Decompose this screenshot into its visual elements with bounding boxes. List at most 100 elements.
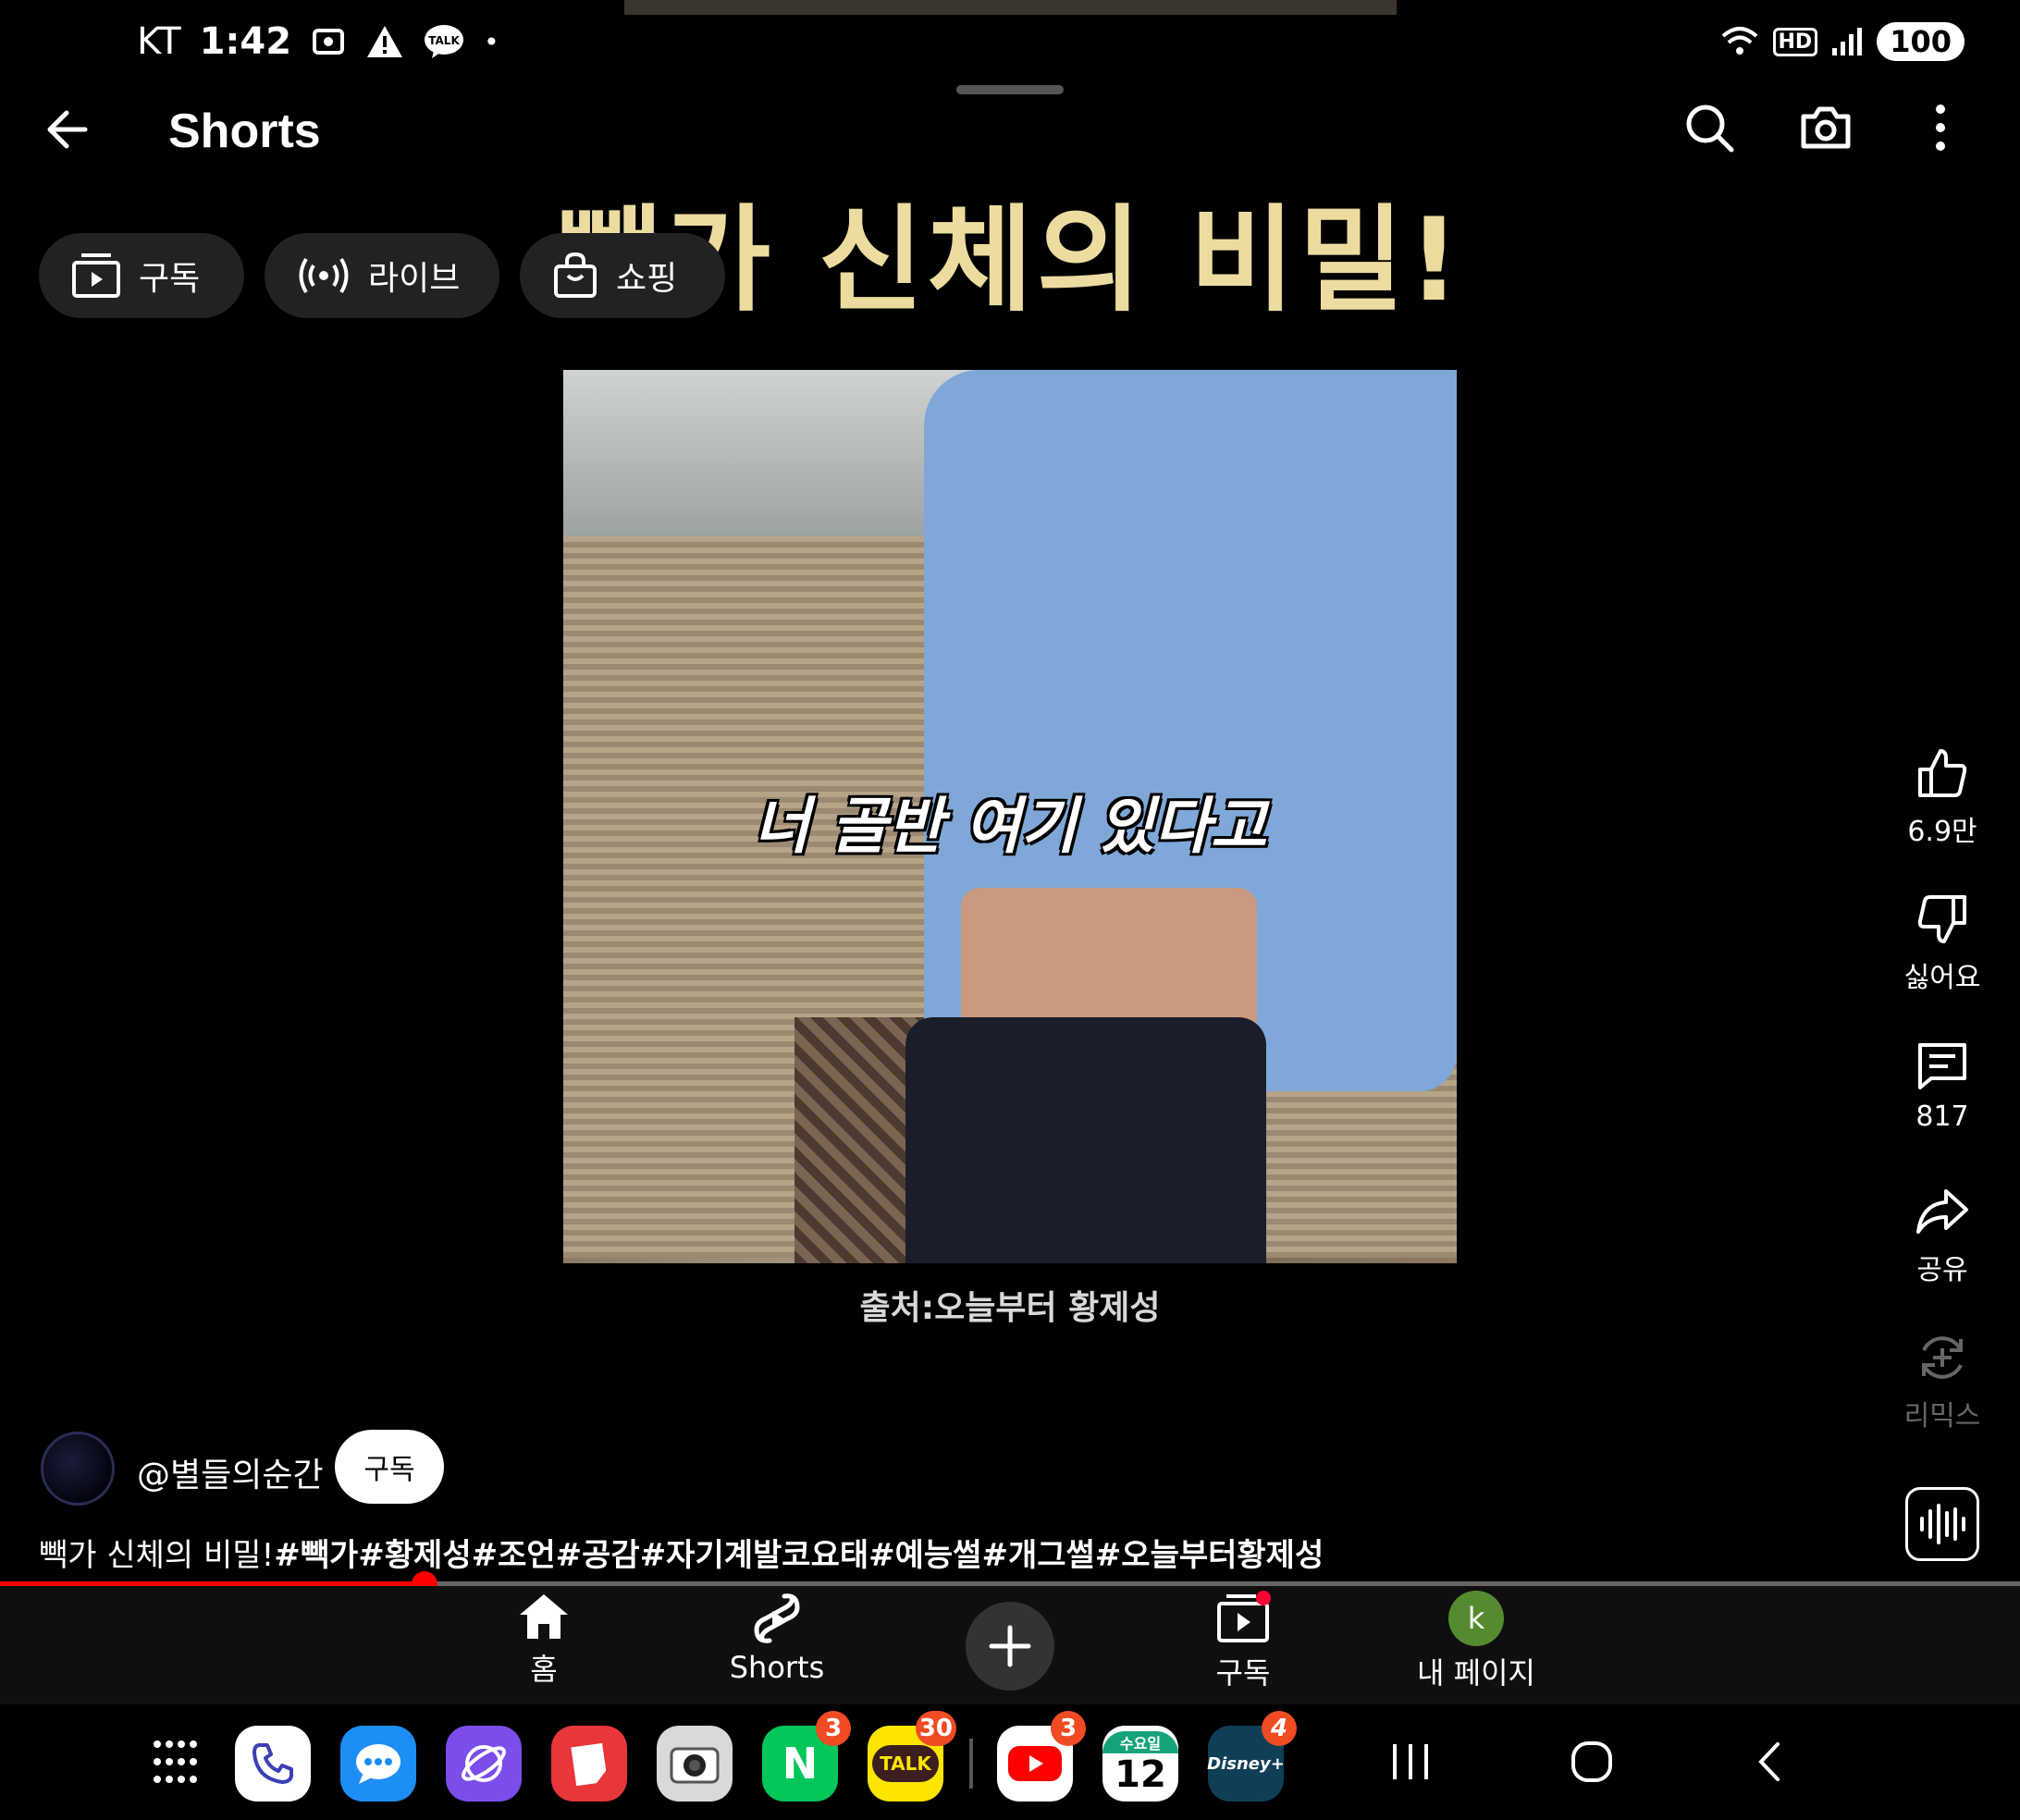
screenshot-icon: [313, 29, 345, 55]
dislike-button[interactable]: 싫어요: [1887, 892, 1998, 995]
home-system-button[interactable]: [1569, 1739, 1615, 1789]
recent-apps-icon: [1393, 1744, 1428, 1779]
nav-shorts[interactable]: Shorts: [684, 1591, 869, 1685]
app-youtube[interactable]: 3: [997, 1711, 1086, 1802]
kakaotalk-notification-icon: TALK: [425, 25, 464, 58]
search-icon: [1686, 105, 1734, 153]
nav-shorts-label: Shorts: [729, 1650, 825, 1685]
chip-subscriptions[interactable]: 구독: [39, 233, 244, 318]
shopping-bag-icon: [554, 252, 597, 298]
app-kakaotalk[interactable]: TALK 30: [868, 1711, 956, 1802]
notification-badge: 30: [915, 1711, 956, 1746]
camera-button[interactable]: [1798, 102, 1854, 157]
nav-subscriptions-label: 구독: [1215, 1655, 1271, 1691]
status-bar-right: HD 100: [1719, 22, 1965, 61]
sound-button[interactable]: [1905, 1487, 1979, 1561]
video-player[interactable]: 너 골반 여기 있다고: [563, 370, 1457, 1263]
app-notes[interactable]: [551, 1726, 627, 1802]
share-label: 공유: [1916, 1254, 1968, 1286]
clock: 1:42: [199, 20, 292, 63]
create-button[interactable]: [966, 1602, 1054, 1691]
app-drawer-button[interactable]: [152, 1739, 198, 1789]
drag-handle[interactable]: [956, 85, 1064, 94]
more-vert-icon: [1936, 105, 1945, 151]
remix-label: 리믹스: [1903, 1400, 1981, 1433]
camera-icon: [670, 1747, 720, 1784]
search-button[interactable]: [1683, 102, 1735, 157]
nav-subscriptions[interactable]: 구독: [1151, 1591, 1336, 1692]
video-subtitle: 너 골반 여기 있다고: [753, 791, 1267, 862]
apps-grid-icon: [154, 1740, 197, 1783]
camera-icon: [1801, 106, 1851, 149]
dislike-label: 싫어요: [1903, 962, 1981, 994]
notification-badge: 4: [1262, 1711, 1297, 1746]
recent-apps-button[interactable]: [1387, 1739, 1434, 1789]
youtube-icon: [1008, 1746, 1062, 1781]
chip-shopping[interactable]: 쇼핑: [520, 233, 725, 318]
app-disney-plus[interactable]: Disney+ 4: [1207, 1711, 1297, 1802]
remix-button[interactable]: 리믹스: [1887, 1330, 1998, 1433]
notes-icon: [571, 1742, 607, 1787]
subscriptions-icon: [72, 253, 120, 298]
back-system-button[interactable]: [1748, 1739, 1794, 1789]
wifi-icon: [1721, 27, 1757, 55]
dock-divider: [969, 1739, 973, 1789]
description-hashtags[interactable]: #빽가#황제성#조언#공감#자기계발코요태#예능썰#개그썰#오늘부터황제성: [274, 1537, 1324, 1574]
calendar-weekday: 수요일: [1102, 1731, 1178, 1753]
channel-handle[interactable]: @별들의순간: [137, 1448, 324, 1496]
notification-badge: 3: [1051, 1711, 1086, 1746]
nav-home[interactable]: 홈: [451, 1591, 636, 1689]
thumbs-down-icon: [1917, 895, 1966, 943]
share-icon: [1916, 1189, 1968, 1234]
back-button[interactable]: [43, 104, 94, 159]
more-notifications-dot: •: [484, 26, 499, 57]
status-bar-left: KT 1:42 TALK •: [137, 20, 499, 63]
comments-button[interactable]: 817: [1887, 1038, 1998, 1133]
internet-browser-icon: [462, 1745, 506, 1782]
comment-icon: [1918, 1043, 1966, 1089]
home-circle-icon: [1571, 1741, 1612, 1782]
disney-plus-glyph: Disney+: [1207, 1753, 1285, 1774]
chevron-left-icon: [1758, 1742, 1780, 1781]
warning-icon: [367, 26, 403, 57]
app-calendar[interactable]: 수요일 12: [1102, 1726, 1178, 1802]
app-messages[interactable]: [340, 1726, 416, 1802]
video-source-caption: 출처:오늘부터 황제성: [859, 1289, 1161, 1327]
chip-live[interactable]: 라이브: [265, 233, 499, 318]
back-arrow-icon: [47, 110, 88, 149]
shorts-icon: [754, 1593, 800, 1643]
remix-icon: [1922, 1336, 1963, 1379]
app-camera[interactable]: [657, 1726, 733, 1802]
top-edge-strip: [624, 0, 1397, 15]
subscriptions-icon: [1217, 1591, 1271, 1642]
app-internet[interactable]: [446, 1726, 522, 1802]
plus-icon: [989, 1625, 1031, 1667]
kakaotalk-glyph: TALK: [872, 1745, 939, 1782]
live-icon: [299, 257, 349, 294]
chip-label: 쇼핑: [616, 260, 678, 298]
share-button[interactable]: 공유: [1887, 1184, 1998, 1287]
app-naver[interactable]: N 3: [762, 1711, 851, 1802]
user-avatar: k: [1448, 1591, 1504, 1646]
like-button[interactable]: 6.9만: [1887, 745, 1998, 849]
chip-label: 라이브: [368, 260, 461, 298]
hd-voice-badge: HD: [1772, 27, 1818, 56]
description-text: 빽가 신체의 비밀!: [39, 1537, 275, 1574]
svg-text:TALK: TALK: [428, 34, 460, 47]
nav-home-label: 홈: [530, 1652, 558, 1687]
nav-my-page[interactable]: k 내 페이지: [1384, 1591, 1569, 1692]
carrier-label: KT: [137, 20, 181, 63]
chip-label: 구독: [139, 260, 201, 298]
battery-indicator: 100: [1877, 22, 1965, 61]
nav-my-page-label: 내 페이지: [1417, 1655, 1535, 1691]
like-count: 6.9만: [1907, 816, 1977, 848]
video-description[interactable]: 빽가 신체의 비밀!#빽가#황제성#조언#공감#자기계발코요태#예능썰#개그썰#…: [39, 1530, 1324, 1575]
channel-avatar[interactable]: [41, 1432, 115, 1506]
signal-icon: [1832, 28, 1863, 55]
subscribe-button[interactable]: 구독: [335, 1430, 444, 1504]
app-phone[interactable]: [235, 1726, 311, 1802]
chat-bubble-icon: [356, 1744, 400, 1784]
more-options-button[interactable]: [1929, 102, 1952, 157]
comment-count: 817: [1915, 1101, 1969, 1133]
naver-glyph: N: [782, 1739, 819, 1789]
